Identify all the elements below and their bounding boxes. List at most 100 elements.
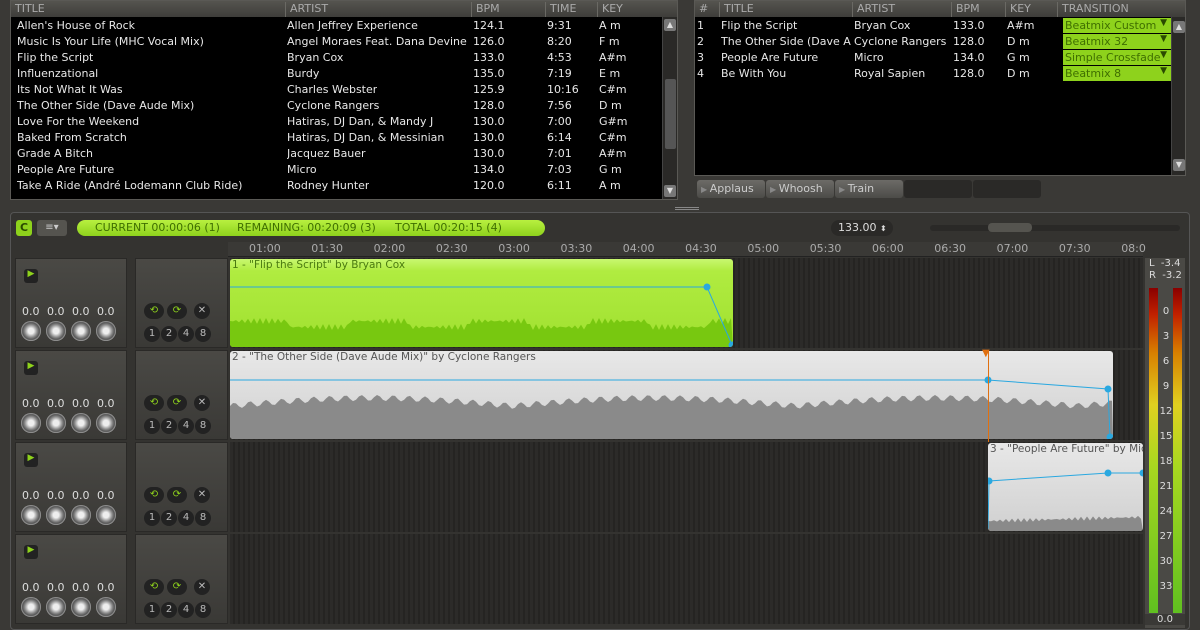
close-icon[interactable]: ✕ — [194, 395, 210, 411]
loop-forward-icon[interactable]: ⟳ — [167, 579, 187, 595]
zoom-slider[interactable] — [930, 223, 1180, 232]
playlist-row[interactable]: 2 The Other Side (Dave A Cyclone Rangers 12… — [695, 34, 1171, 50]
col-key[interactable]: KEY — [1005, 2, 1031, 17]
knob[interactable] — [71, 321, 91, 341]
envelope-point[interactable] — [703, 283, 711, 291]
col-bpm[interactable]: BPM — [951, 2, 980, 17]
col-artist[interactable]: ARTIST — [852, 2, 895, 17]
envelope-point[interactable] — [1104, 385, 1112, 393]
scroll-thumb[interactable] — [665, 79, 676, 149]
beat-button[interactable]: 2 — [161, 602, 177, 618]
beat-button[interactable]: 8 — [195, 510, 211, 526]
library-row[interactable]: People Are Future Micro 134.0 7:03 G m — [11, 162, 661, 178]
col-bpm[interactable]: BPM — [471, 2, 500, 17]
loop-back-icon[interactable]: ⟲ — [144, 303, 164, 319]
transition-dropdown[interactable]: Beatmix 32 ▼ — [1063, 34, 1171, 49]
close-icon[interactable]: ✕ — [194, 303, 210, 319]
col-title[interactable]: TITLE — [11, 2, 45, 17]
scroll-up-icon[interactable]: ▲ — [1173, 21, 1185, 33]
beat-button[interactable]: 8 — [195, 602, 211, 618]
audio-clip[interactable]: 2 - "The Other Side (Dave Aude Mix)" by … — [230, 351, 1113, 439]
knob[interactable] — [46, 413, 66, 433]
beat-button[interactable]: 1 — [144, 510, 160, 526]
knob[interactable] — [46, 597, 66, 617]
knob[interactable] — [71, 413, 91, 433]
track-settings-icon[interactable]: ▶ — [24, 269, 38, 283]
scroll-down-icon[interactable]: ▼ — [664, 185, 676, 197]
playlist-row[interactable]: 3 People Are Future Micro 134.0 G m Simple Cr… — [695, 50, 1171, 66]
playlist-row[interactable]: 1 Flip the Script Bryan Cox 133.0 A#m Beatmix… — [695, 18, 1171, 34]
knob[interactable] — [96, 413, 116, 433]
spinner-icon[interactable]: ⬍ — [880, 224, 887, 233]
library-row[interactable]: Baked From Scratch Hatiras, DJ Dan, & Mes… — [11, 130, 661, 146]
knob[interactable] — [21, 413, 41, 433]
transition-dropdown[interactable]: Simple Crossfade ▼ — [1063, 50, 1171, 65]
library-row[interactable]: Allen's House of Rock Allen Jeffrey Exper… — [11, 18, 661, 34]
beat-button[interactable]: 2 — [161, 326, 177, 342]
beat-button[interactable]: 1 — [144, 418, 160, 434]
playhead-marker[interactable] — [988, 350, 989, 442]
col-title[interactable]: TITLE — [719, 2, 754, 17]
library-row[interactable]: Flip the Script Bryan Cox 133.0 4:53 A#m — [11, 50, 661, 66]
playhead-icon[interactable]: ▼ — [982, 348, 990, 359]
knob[interactable] — [21, 597, 41, 617]
bpm-field[interactable]: 133.00 ⬍ — [831, 220, 893, 236]
splitter-handle[interactable] — [675, 207, 699, 210]
loop-forward-icon[interactable]: ⟳ — [167, 395, 187, 411]
close-icon[interactable]: ✕ — [194, 487, 210, 503]
knob[interactable] — [46, 505, 66, 525]
beat-button[interactable]: 2 — [161, 418, 177, 434]
audio-clip[interactable]: 1 - "Flip the Script" by Bryan Cox — [230, 259, 733, 347]
loop-toggle-button[interactable]: C — [16, 220, 32, 236]
beat-button[interactable]: 8 — [195, 418, 211, 434]
track-settings-icon[interactable]: ▶ — [24, 453, 38, 467]
col-artist[interactable]: ARTIST — [285, 2, 328, 17]
library-row[interactable]: Music Is Your Life (MHC Vocal Mix) Angel … — [11, 34, 661, 50]
effect-button[interactable]: ▶ Applaus — [697, 180, 765, 198]
knob[interactable] — [71, 505, 91, 525]
library-row[interactable]: Love For the Weekend Hatiras, DJ Dan, & M… — [11, 114, 661, 130]
library-scrollbar[interactable]: ▲ ▼ — [662, 17, 677, 199]
col-number[interactable]: # — [695, 2, 708, 17]
envelope-point[interactable] — [988, 477, 993, 485]
transition-dropdown[interactable]: Beatmix 8 ▼ — [1063, 66, 1171, 81]
knob[interactable] — [96, 505, 116, 525]
zoom-slider-handle[interactable] — [988, 223, 1032, 232]
effect-button[interactable]: ▶ Whoosh — [766, 180, 834, 198]
envelope-point[interactable] — [1104, 469, 1112, 477]
knob[interactable] — [21, 505, 41, 525]
beat-button[interactable]: 4 — [178, 326, 194, 342]
effect-button[interactable] — [904, 180, 972, 198]
knob[interactable] — [96, 321, 116, 341]
loop-forward-icon[interactable]: ⟳ — [167, 487, 187, 503]
transition-dropdown[interactable]: Beatmix Custom ▼ — [1063, 18, 1171, 33]
loop-back-icon[interactable]: ⟲ — [144, 395, 164, 411]
knob[interactable] — [71, 597, 91, 617]
knob[interactable] — [46, 321, 66, 341]
library-row[interactable]: Its Not What It Was Charles Webster 125.9 1… — [11, 82, 661, 98]
beat-button[interactable]: 4 — [178, 602, 194, 618]
library-row[interactable]: The Other Side (Dave Aude Mix) Cyclone Ra… — [11, 98, 661, 114]
envelope-point[interactable] — [1139, 469, 1144, 477]
beat-button[interactable]: 8 — [195, 326, 211, 342]
beat-button[interactable]: 2 — [161, 510, 177, 526]
library-row[interactable]: Take A Ride (André Lodemann Club Ride) Ro… — [11, 178, 661, 194]
col-transition[interactable]: TRANSITION — [1057, 2, 1129, 17]
effect-button[interactable] — [973, 180, 1041, 198]
library-row[interactable]: Grade A Bitch Jacquez Bauer 130.0 7:01 A#m — [11, 146, 661, 162]
scroll-down-icon[interactable]: ▼ — [1173, 159, 1185, 171]
track-settings-icon[interactable]: ▶ — [24, 545, 38, 559]
loop-back-icon[interactable]: ⟲ — [144, 579, 164, 595]
knob[interactable] — [96, 597, 116, 617]
list-menu-button[interactable]: ≡▾ — [37, 220, 67, 236]
close-icon[interactable]: ✕ — [194, 579, 210, 595]
knob[interactable] — [21, 321, 41, 341]
library-row[interactable]: Influenzational Burdy 135.0 7:19 E m — [11, 66, 661, 82]
loop-forward-icon[interactable]: ⟳ — [167, 303, 187, 319]
playlist-scrollbar[interactable]: ▲ ▼ — [1171, 17, 1185, 175]
effect-button[interactable]: ▶ Train — [835, 180, 903, 198]
col-time[interactable]: TIME — [545, 2, 576, 17]
scroll-up-icon[interactable]: ▲ — [664, 19, 676, 31]
col-key[interactable]: KEY — [597, 2, 623, 17]
beat-button[interactable]: 4 — [178, 510, 194, 526]
